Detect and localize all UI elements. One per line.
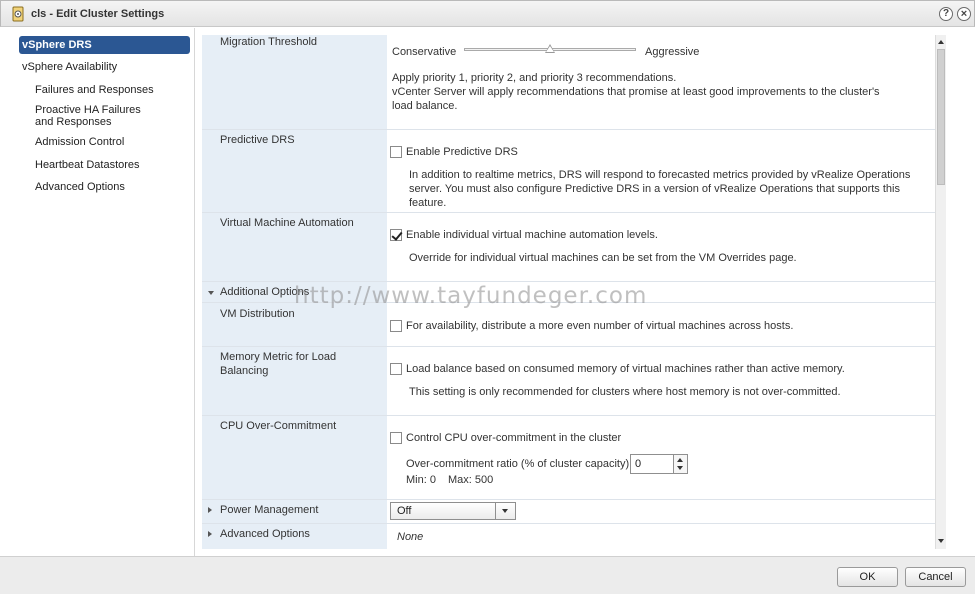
overcommit-ratio-label: Over-commitment ratio (% of cluster capa… (406, 458, 633, 470)
sidebar-item-advanced-options[interactable]: Advanced Options (35, 181, 125, 193)
watermark: http://www.tayfundeger.com (294, 283, 648, 309)
threshold-description-line1: Apply priority 1, priority 2, and priori… (392, 72, 677, 84)
cancel-button[interactable]: Cancel (905, 567, 966, 587)
power-management-expander-icon[interactable] (208, 507, 212, 513)
memory-metric-description: This setting is only recommended for clu… (409, 386, 841, 398)
dialog-footer: OK Cancel (0, 556, 975, 594)
scroll-up-icon[interactable] (938, 40, 944, 44)
row-separator (202, 523, 935, 524)
vm-automation-checkbox[interactable] (390, 229, 402, 241)
row-separator (202, 499, 935, 500)
chevron-down-icon[interactable] (495, 503, 515, 519)
settings-sidebar: vSphere DRS vSphere Availability Failure… (0, 28, 195, 556)
cpu-overcommit-checkbox[interactable] (390, 432, 402, 444)
additional-options-expander-icon[interactable] (208, 291, 214, 295)
sidebar-item-failures-and-responses[interactable]: Failures and Responses (35, 84, 154, 96)
close-icon[interactable]: × (957, 7, 971, 21)
cpu-overcommit-checkbox-label[interactable]: Control CPU over-commitment in the clust… (406, 431, 621, 445)
advanced-options-label[interactable]: Advanced Options (220, 527, 310, 541)
scroll-thumb[interactable] (937, 49, 945, 185)
window-title: cls - Edit Cluster Settings (31, 8, 165, 20)
ok-button[interactable]: OK (837, 567, 898, 587)
predictive-drs-label: Predictive DRS (220, 134, 295, 146)
migration-threshold-label: Migration Threshold (220, 36, 318, 48)
predictive-drs-checkbox-label[interactable]: Enable Predictive DRS (406, 145, 518, 159)
overcommit-ratio-spinner[interactable]: 0 (630, 454, 688, 474)
row-separator (202, 212, 935, 213)
sidebar-item-vsphere-availability[interactable]: vSphere Availability (22, 61, 117, 73)
overcommit-min: Min: 0 (406, 474, 436, 486)
vm-distribution-checkbox[interactable] (390, 320, 402, 332)
vm-distribution-checkbox-label[interactable]: For availability, distribute a more even… (406, 319, 793, 333)
sidebar-item-heartbeat-datastores[interactable]: Heartbeat Datastores (35, 159, 140, 171)
threshold-description-line2: vCenter Server will apply recommendation… (392, 86, 880, 112)
help-icon[interactable]: ? (939, 7, 953, 21)
spinner-up-icon[interactable] (677, 458, 683, 462)
sidebar-item-vsphere-drs[interactable]: vSphere DRS (19, 36, 190, 54)
row-separator (202, 346, 935, 347)
vm-automation-label: Virtual Machine Automation (220, 217, 354, 229)
slider-max-label: Aggressive (645, 46, 700, 58)
title-bar: cls - Edit Cluster Settings ? × (0, 0, 975, 27)
memory-metric-label: Memory Metric for Load Balancing (220, 351, 337, 377)
memory-metric-checkbox-label[interactable]: Load balance based on consumed memory of… (406, 362, 845, 376)
predictive-drs-description: In addition to realtime metrics, DRS wil… (409, 169, 911, 209)
cluster-settings-icon (12, 6, 24, 22)
slider-min-label: Conservative (392, 46, 457, 58)
spinner-down-icon[interactable] (677, 466, 683, 470)
row-separator (202, 129, 935, 130)
row-separator (202, 415, 935, 416)
sidebar-item-admission-control[interactable]: Admission Control (35, 136, 124, 148)
overcommit-max: Max: 500 (448, 474, 494, 486)
predictive-drs-checkbox[interactable] (390, 146, 402, 158)
vm-automation-description: Override for individual virtual machines… (409, 252, 797, 264)
cpu-overcommit-label: CPU Over-Commitment (220, 420, 337, 432)
vm-distribution-label: VM Distribution (220, 308, 295, 320)
advanced-options-expander-icon[interactable] (208, 531, 212, 537)
vm-automation-checkbox-label[interactable]: Enable individual virtual machine automa… (406, 228, 658, 242)
memory-metric-checkbox[interactable] (390, 363, 402, 375)
overcommit-ratio-value[interactable]: 0 (635, 458, 641, 470)
spinner-buttons (673, 455, 687, 473)
power-management-label[interactable]: Power Management (220, 503, 318, 517)
power-management-select[interactable]: Off (390, 502, 516, 520)
content-scrollbar[interactable] (935, 35, 946, 549)
row-separator (202, 281, 935, 282)
power-management-value: Off (397, 505, 412, 517)
advanced-options-value: None (397, 531, 424, 543)
scroll-down-icon[interactable] (938, 539, 944, 543)
sidebar-item-proactive-ha[interactable]: Proactive HA Failures and Responses (35, 104, 155, 128)
slider-thumb[interactable] (545, 44, 555, 53)
